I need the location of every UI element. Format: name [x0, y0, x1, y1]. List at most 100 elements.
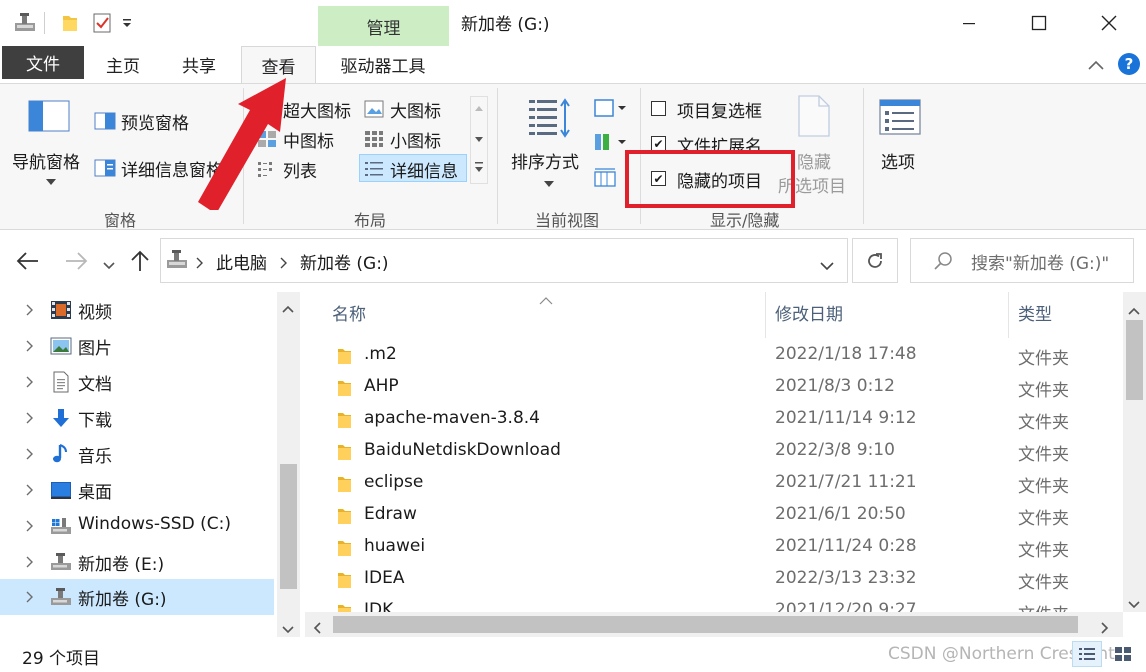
item-count: 29 个项目 — [22, 649, 101, 669]
sort-by-icon[interactable] — [527, 96, 573, 142]
size-columns-icon[interactable] — [593, 166, 617, 188]
breadcrumb-drive-g[interactable]: 新加卷 (G:) — [300, 249, 389, 274]
file-name: huawei — [364, 536, 426, 556]
nav-item-documents[interactable]: 文档 — [0, 364, 274, 400]
properties-icon[interactable] — [90, 10, 114, 36]
drive-icon — [50, 586, 72, 608]
preview-pane-icon — [94, 112, 116, 130]
refresh-button[interactable] — [852, 238, 898, 283]
hide-selected-icon[interactable] — [796, 94, 832, 138]
manage-tab[interactable]: 管理 — [318, 6, 449, 46]
minimize-button[interactable] — [934, 0, 1004, 46]
drive-icon — [165, 249, 189, 276]
nav-item-music[interactable]: 音乐 — [0, 436, 274, 472]
file-name: apache-maven-3.8.4 — [364, 408, 541, 428]
scroll-up-icon[interactable] — [1128, 300, 1140, 320]
hide-selected-label-1: 隐藏 — [797, 153, 831, 173]
file-extensions-checkbox[interactable]: ✔ — [651, 136, 666, 151]
file-list-vertical-thumb[interactable] — [1126, 320, 1143, 400]
nav-item-videos[interactable]: 视频 — [0, 292, 274, 328]
file-row[interactable]: .m2 2022/1/18 17:48 文件夹 — [305, 340, 1120, 372]
item-checkboxes-checkbox[interactable] — [651, 101, 666, 116]
nav-item-drive-e[interactable]: 新加卷 (E:) — [0, 544, 274, 580]
details-view-toggle[interactable] — [1072, 641, 1102, 667]
options-button[interactable]: 选项 — [881, 148, 915, 173]
window-title: 新加卷 (G:) — [461, 15, 550, 35]
nav-item-desktop[interactable]: 桌面 — [0, 472, 274, 508]
nav-item-pictures[interactable]: 图片 — [0, 328, 274, 364]
document-icon — [50, 371, 72, 393]
small-icons-option[interactable]: 小图标 — [390, 127, 441, 152]
scroll-right-icon[interactable] — [1101, 619, 1109, 639]
search-icon — [933, 251, 953, 276]
folder-icon — [337, 379, 352, 397]
chevron-down-icon[interactable] — [46, 170, 56, 190]
scroll-down-icon[interactable] — [1128, 594, 1140, 614]
drive-icon[interactable] — [10, 10, 40, 36]
address-bar[interactable]: 此电脑 新加卷 (G:) — [160, 238, 848, 283]
close-button[interactable] — [1074, 0, 1144, 46]
group-by-icon[interactable] — [593, 98, 627, 118]
up-button[interactable] — [129, 249, 151, 278]
file-list-vertical-scrollbar[interactable] — [1123, 292, 1146, 612]
search-input[interactable]: 搜索"新加卷 (G:)" — [910, 238, 1134, 283]
folder-icon — [337, 475, 352, 493]
file-row[interactable]: eclipse 2021/7/21 11:21 文件夹 — [305, 468, 1120, 500]
back-button[interactable] — [16, 250, 40, 277]
maximize-button[interactable] — [1004, 0, 1074, 46]
nav-item-drive-g[interactable]: 新加卷 (G:) — [0, 579, 274, 615]
folder-icon — [337, 411, 352, 429]
file-list-horizontal-scrollbar[interactable] — [305, 612, 1123, 637]
file-row[interactable]: huawei 2021/11/24 0:28 文件夹 — [305, 532, 1120, 564]
large-icons-view-toggle[interactable] — [1108, 641, 1138, 667]
collapse-ribbon-icon[interactable] — [1085, 54, 1107, 76]
navigation-scrollbar[interactable] — [277, 292, 300, 637]
navigation-scroll-thumb[interactable] — [280, 464, 297, 589]
chevron-down-icon[interactable] — [544, 172, 554, 192]
details-pane-icon — [94, 159, 116, 177]
add-columns-icon[interactable] — [593, 132, 627, 152]
breadcrumb-this-pc[interactable]: 此电脑 — [216, 249, 267, 274]
tab-drive-tools[interactable]: 驱动器工具 — [322, 46, 444, 83]
recent-locations-icon[interactable] — [102, 256, 116, 276]
file-list: 名称 修改日期 类型 .m2 2022/1/18 17:48 文件夹 AHP 2021/… — [305, 292, 1146, 637]
tab-file[interactable]: 文件 — [2, 46, 84, 79]
navigation-pane-icon[interactable] — [28, 100, 70, 132]
file-row[interactable]: BaiduNetdiskDownload 2022/3/8 9:10 文件夹 — [305, 436, 1120, 468]
annotation-highlight-box — [625, 150, 795, 208]
options-icon[interactable] — [878, 98, 922, 136]
file-row[interactable]: Edraw 2021/6/1 20:50 文件夹 — [305, 500, 1120, 532]
nav-item-windows-ssd-c[interactable]: Windows-SSD (C:) — [0, 508, 274, 544]
sort-by-button[interactable]: 排序方式 — [511, 148, 579, 173]
scroll-down-icon[interactable] — [282, 619, 294, 639]
preview-pane-button[interactable]: 预览窗格 — [121, 109, 189, 134]
scroll-left-icon[interactable] — [313, 619, 321, 639]
file-list-horizontal-thumb[interactable] — [333, 616, 1078, 633]
nav-item-downloads[interactable]: 下载 — [0, 400, 274, 436]
picture-icon — [50, 335, 72, 357]
forward-button[interactable] — [64, 250, 88, 277]
address-history-dropdown-icon[interactable] — [819, 256, 835, 276]
nav-item-label: 桌面 — [78, 483, 112, 503]
ribbon-tabs: 文件 主页 共享 查看 驱动器工具 ? — [0, 46, 1146, 84]
file-row[interactable]: apache-maven-3.8.4 2021/11/14 9:12 文件夹 — [305, 404, 1120, 436]
breadcrumb-separator-icon[interactable] — [195, 254, 203, 274]
scroll-up-icon[interactable] — [282, 298, 294, 318]
file-date: 2021/7/21 11:21 — [775, 472, 917, 492]
file-type: 文件夹 — [1018, 381, 1069, 401]
refresh-icon — [868, 252, 882, 268]
file-name: JDK — [364, 600, 394, 612]
large-icons-icon — [364, 100, 384, 118]
file-row[interactable]: JDK 2021/12/20 9:27 文件夹 — [305, 596, 1120, 612]
nav-item-label: 文档 — [78, 375, 112, 395]
file-row[interactable]: IDEA 2022/3/13 23:32 文件夹 — [305, 564, 1120, 596]
file-row[interactable]: AHP 2021/8/3 0:12 文件夹 — [305, 372, 1120, 404]
customize-quick-access-icon[interactable] — [118, 10, 136, 36]
details-option[interactable]: 详细信息 — [390, 157, 458, 182]
large-icons-option[interactable]: 大图标 — [390, 97, 441, 122]
help-icon[interactable]: ? — [1118, 53, 1140, 75]
folder-icon[interactable] — [58, 10, 82, 36]
layout-gallery-scroller[interactable] — [470, 96, 488, 184]
tab-home[interactable]: 主页 — [92, 46, 154, 83]
breadcrumb-separator-icon[interactable] — [279, 254, 287, 274]
